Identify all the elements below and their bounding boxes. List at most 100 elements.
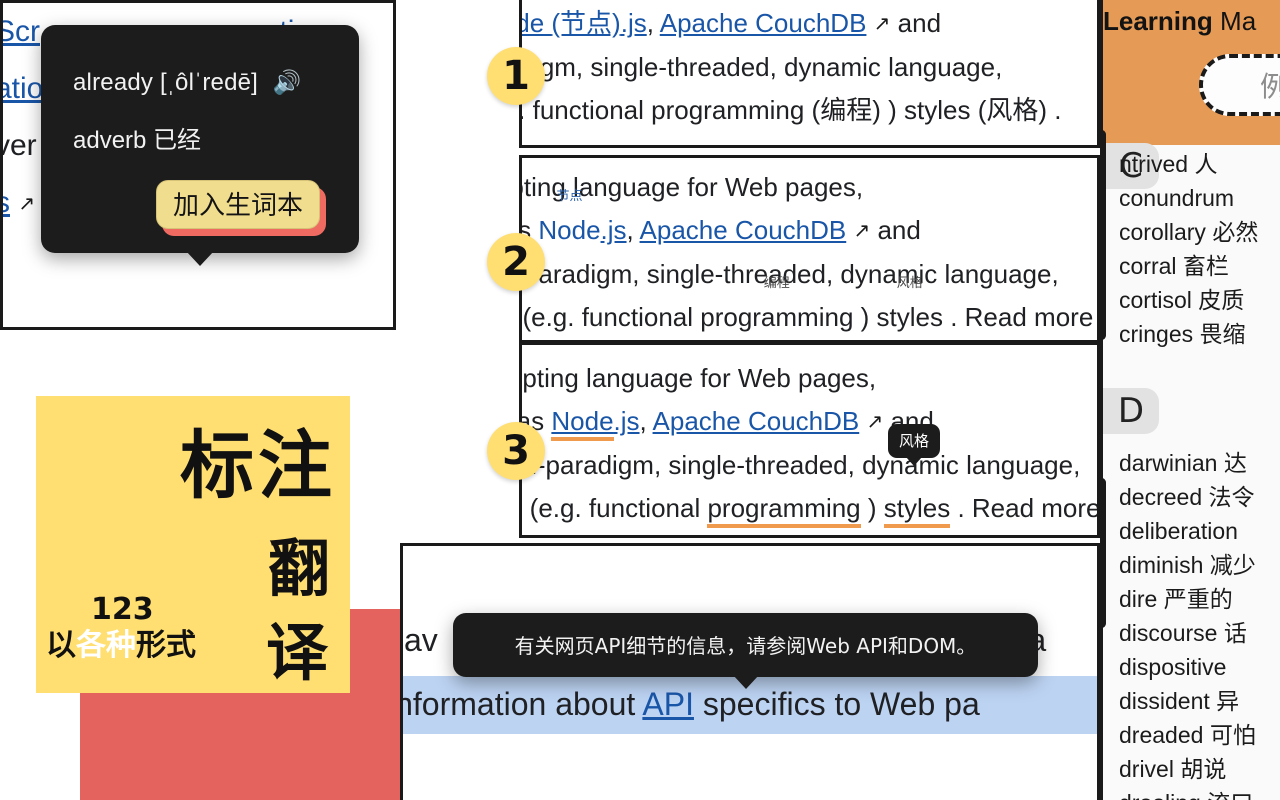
- list-item[interactable]: dreaded 可怕: [1119, 718, 1280, 752]
- vocabulary-sidebar: Learning Ma 例 C ntrived 人 conundrum coro…: [1100, 0, 1280, 800]
- hover-gloss-tooltip-styles: 风格: [888, 424, 941, 466]
- word-en: decreed: [1119, 484, 1203, 510]
- sidebar-title-bold: Learning: [1103, 6, 1213, 36]
- panel2-read-more[interactable]: Read more: [965, 302, 1094, 332]
- page-text-ver: ver: [3, 129, 37, 162]
- panel1-and: and: [897, 8, 942, 38]
- letter-group-d: D: [1103, 388, 1159, 434]
- ruby-text-programming: 编程: [763, 276, 790, 291]
- list-item[interactable]: cringes 畏缩: [1119, 317, 1280, 351]
- example-pill-label: 例: [1260, 65, 1280, 105]
- note-word-yi: 译: [265, 616, 328, 689]
- page-link-script[interactable]: Scr: [3, 15, 40, 48]
- link-node-tail: .js: [620, 8, 647, 38]
- word-en: drivel: [1119, 756, 1174, 782]
- word-en: discourse: [1119, 620, 1218, 646]
- panel2-line-3: ulti-paradigm, single-threaded, dynamic …: [519, 259, 1059, 289]
- list-item[interactable]: drivel 胡说: [1119, 752, 1280, 786]
- word-en: deliberation: [1119, 518, 1238, 544]
- link-apache-couchdb-2[interactable]: Apache CouchDB: [640, 215, 847, 245]
- panel3-period: .: [950, 493, 972, 523]
- step-badge-3: 3: [487, 422, 545, 480]
- panel3-comma: ,: [639, 406, 653, 436]
- word-en: dreaded: [1119, 722, 1204, 748]
- list-item[interactable]: dissident 异: [1119, 684, 1280, 718]
- phonetic-text: [ˌôlˈredē]: [160, 69, 259, 96]
- dictionary-headword-row: already [ˌôlˈredē] 🔊: [73, 69, 302, 97]
- sidebar-header: Learning Ma 例: [1103, 0, 1280, 145]
- panel2-and: and: [877, 215, 921, 245]
- note-caption-prefix: 以: [46, 628, 76, 663]
- panel1-gloss-programming: (编程): [811, 95, 881, 125]
- panel3-paren: ): [860, 493, 884, 523]
- word-en: cortisol: [1119, 287, 1192, 313]
- link-node-base-2: Node: [538, 215, 601, 245]
- note-caption-suffix: 形式: [136, 628, 196, 663]
- list-item[interactable]: corollary 必然: [1119, 215, 1280, 249]
- api-translation-tooltip: 有关网页API细节的信息，请参阅Web API和DOM。: [453, 613, 1038, 689]
- list-item[interactable]: dire 严重的: [1119, 582, 1280, 616]
- list-item[interactable]: diminish 减少: [1119, 548, 1280, 582]
- panel1-text: pting language for Web pages, Node (节点).…: [522, 0, 1097, 132]
- word-cn: 可怕: [1209, 722, 1256, 748]
- link-apache-couchdb-1[interactable]: Apache CouchDB: [660, 8, 867, 38]
- ruby-text-styles: 风格: [896, 276, 923, 291]
- underline-styles[interactable]: styles: [883, 493, 951, 528]
- sidebar-title: Learning Ma: [1103, 6, 1256, 37]
- word-cn: 法令: [1208, 484, 1255, 510]
- panel3-line-1: scripting language for Web pages,: [519, 363, 877, 393]
- list-item[interactable]: dispositive: [1119, 650, 1280, 684]
- list-item[interactable]: drooling 流口: [1119, 786, 1280, 800]
- panel3-line-3: multi-paradigm, single-threaded, dynamic…: [519, 450, 1081, 480]
- link-node-js-1[interactable]: Node (节点).js: [522, 8, 647, 38]
- word-en: darwinian: [1119, 450, 1218, 476]
- word-cn: 人: [1194, 151, 1218, 177]
- step-badge-2: 2: [487, 233, 545, 291]
- link-node-js-2[interactable]: 节点 Node.js: [538, 190, 626, 245]
- underline-programming[interactable]: programming: [707, 493, 861, 528]
- word-cn: 畜栏: [1182, 253, 1229, 279]
- word-cn: 流口: [1207, 790, 1253, 800]
- hover-gloss-text: 风格: [899, 432, 930, 450]
- step-badge-1: 1: [487, 47, 545, 105]
- word-cn: 达: [1223, 450, 1247, 476]
- word-list-c: ntrived 人 conundrum corollary 必然 corral …: [1119, 147, 1280, 351]
- scrollbar-segment[interactable]: [1103, 478, 1106, 628]
- translation-text: 已经: [153, 127, 202, 154]
- list-item[interactable]: conundrum: [1119, 181, 1280, 215]
- word-list-d: darwinian 达 decreed 法令 deliberation dimi…: [1119, 446, 1280, 800]
- list-item[interactable]: cortisol 皮质: [1119, 283, 1280, 317]
- panel3-line-2: ch as Node.js, Apache CouchDB ↗︎ and: [522, 400, 1097, 444]
- annotation-style-panel-3: scripting language for Web pages, ch as …: [519, 342, 1100, 538]
- example-sentence-pill[interactable]: 例: [1199, 54, 1280, 116]
- api-tooltip-panel: Jav pa information about API specifics t…: [400, 543, 1100, 800]
- word-en: dire: [1119, 586, 1158, 612]
- link-node-tail-3: .js: [613, 406, 640, 436]
- list-item[interactable]: corral 畜栏: [1119, 249, 1280, 283]
- list-item[interactable]: ntrived 人: [1119, 147, 1280, 181]
- list-item[interactable]: darwinian 达: [1119, 446, 1280, 480]
- add-to-vocabulary-button[interactable]: 加入生词本: [156, 180, 321, 229]
- page-link-s[interactable]: s: [3, 186, 10, 219]
- panel1-paren: ): [888, 95, 897, 125]
- panel1-word-styles: styles: [904, 95, 971, 125]
- word-en: corollary: [1119, 219, 1206, 245]
- list-item[interactable]: decreed 法令: [1119, 480, 1280, 514]
- scrollbar-segment[interactable]: [1103, 130, 1106, 340]
- list-item[interactable]: discourse 话: [1119, 616, 1280, 650]
- page-link-atio[interactable]: atio: [3, 72, 43, 105]
- underline-node: Node: [551, 406, 614, 441]
- speaker-icon[interactable]: 🔊: [273, 69, 302, 95]
- link-node-js-3[interactable]: Node.js: [551, 406, 640, 441]
- ruby-styles-2: 风格 styles: [876, 276, 943, 332]
- link-apache-couchdb-3[interactable]: Apache CouchDB: [653, 406, 860, 436]
- link-api[interactable]: API: [642, 686, 694, 722]
- annotation-style-panel-2: cripting language for Web pages, n as 节点…: [519, 155, 1100, 343]
- panel1-comma: ,: [646, 8, 660, 38]
- panel3-read-more[interactable]: Read more: [972, 493, 1097, 523]
- panel1-line4-pre: e.g. functional: [522, 95, 644, 125]
- link-node-paren-gloss: (节点): [551, 8, 621, 38]
- word-en: corral: [1119, 253, 1177, 279]
- list-item[interactable]: deliberation: [1119, 514, 1280, 548]
- panel2-period: .: [942, 302, 965, 332]
